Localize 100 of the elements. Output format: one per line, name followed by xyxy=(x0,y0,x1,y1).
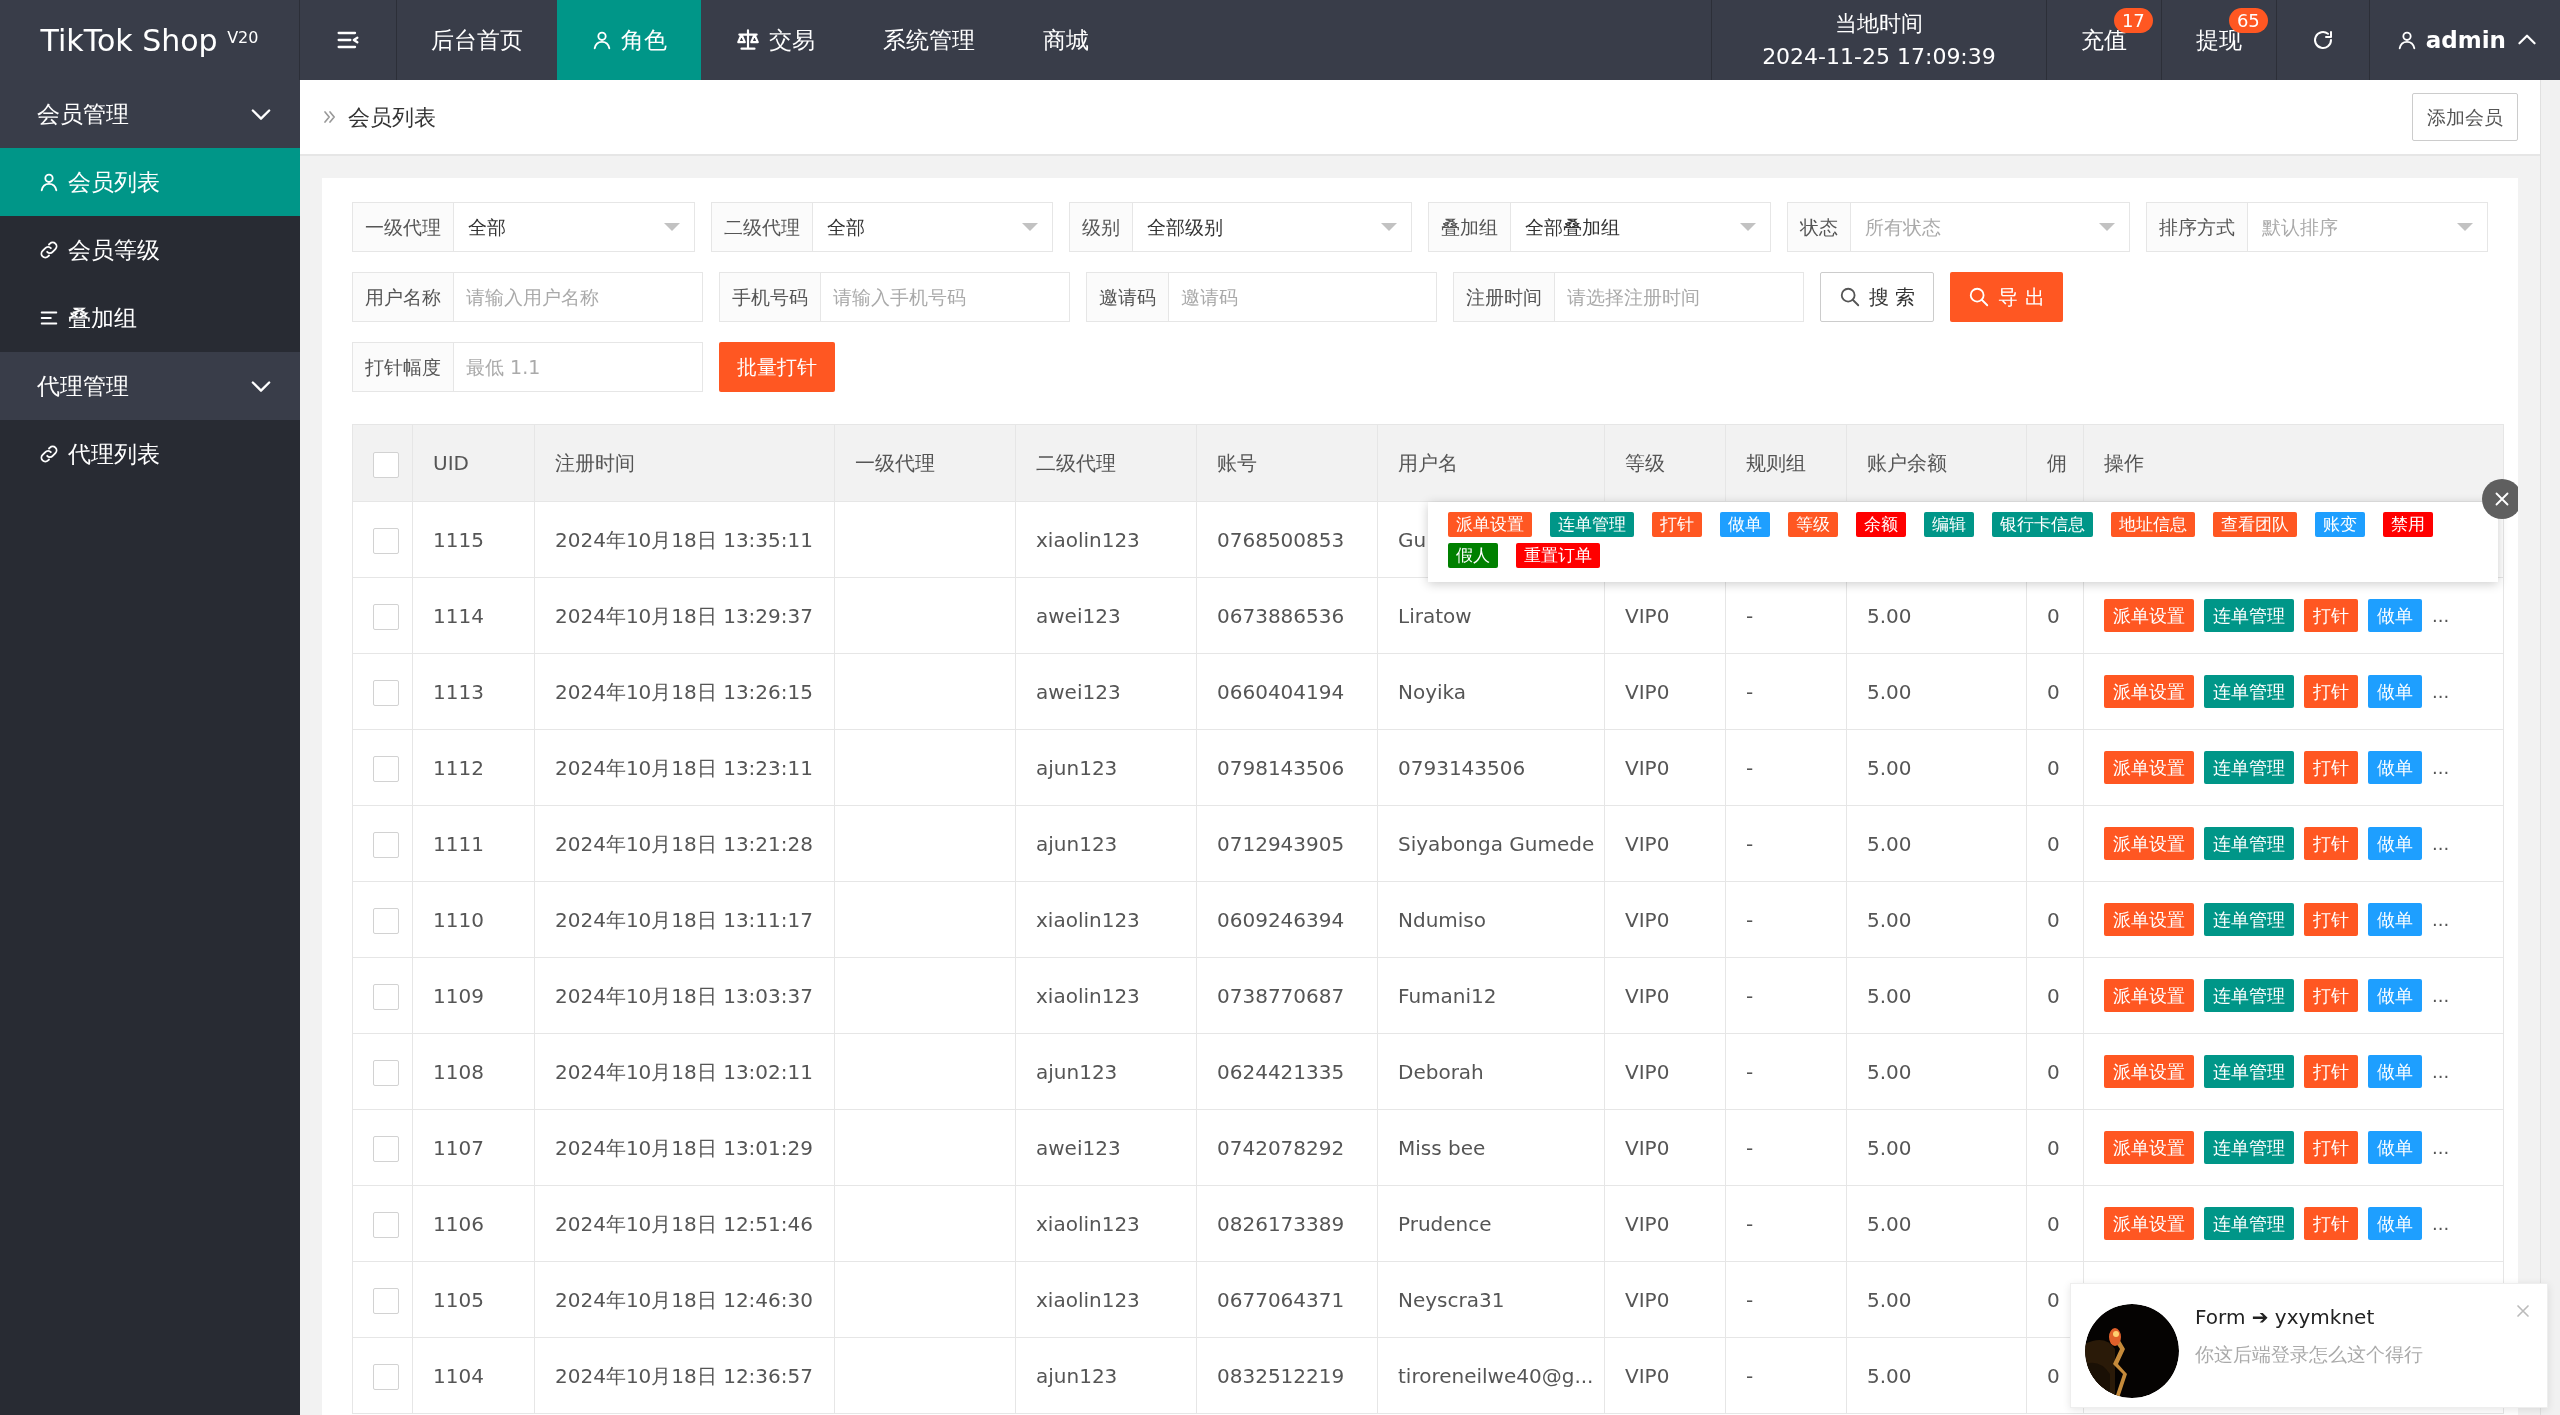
action-button[interactable]: 打针 xyxy=(1652,512,1702,537)
checkbox[interactable] xyxy=(373,680,399,706)
more-button[interactable]: ... xyxy=(2432,829,2450,857)
select-field[interactable]: 全部叠加组 xyxy=(1511,202,1771,252)
action-button[interactable]: 账变 xyxy=(2315,512,2365,537)
checkbox[interactable] xyxy=(373,1364,399,1390)
select-field[interactable]: 所有状态 xyxy=(1850,202,2130,252)
more-button[interactable]: ... xyxy=(2432,981,2450,1009)
select-field[interactable]: 全部 xyxy=(812,202,1054,252)
action-button[interactable]: 打针 xyxy=(2304,750,2358,785)
checkbox[interactable] xyxy=(373,756,399,782)
input-field[interactable]: 请输入用户名称 xyxy=(454,272,703,322)
action-button[interactable]: 等级 xyxy=(1788,512,1838,537)
action-button[interactable]: 连单管理 xyxy=(2204,1054,2294,1089)
action-button[interactable]: 派单设置 xyxy=(2104,826,2194,861)
action-button[interactable]: 余额 xyxy=(1856,512,1906,537)
action-button[interactable]: 做单 xyxy=(2368,902,2422,937)
sidebar-item[interactable]: 代理列表 xyxy=(0,420,300,488)
input-field[interactable]: 最低 1.1 xyxy=(454,342,703,392)
action-button[interactable]: 连单管理 xyxy=(2204,902,2294,937)
action-button[interactable]: 连单管理 xyxy=(2204,978,2294,1013)
action-button[interactable]: 派单设置 xyxy=(2104,1206,2194,1241)
action-button[interactable]: 连单管理 xyxy=(2204,1130,2294,1165)
action-button[interactable]: 打针 xyxy=(2304,1054,2358,1089)
more-button[interactable]: ... xyxy=(2432,677,2450,705)
nav-tab[interactable]: 后台首页 xyxy=(397,0,557,80)
action-button[interactable]: 派单设置 xyxy=(1448,512,1532,537)
user-menu[interactable]: admin xyxy=(2369,0,2560,80)
column-header: 等级 xyxy=(1625,451,1665,475)
action-button[interactable]: 派单设置 xyxy=(2104,1054,2194,1089)
action-button[interactable]: 派单设置 xyxy=(2104,750,2194,785)
add-member-button[interactable]: 添加会员 xyxy=(2412,92,2519,142)
action-button[interactable]: 重置订单 xyxy=(1516,542,1600,568)
more-button[interactable]: ... xyxy=(2432,905,2450,933)
action-button[interactable]: 做单 xyxy=(2368,978,2422,1013)
action-button[interactable]: 连单管理 xyxy=(2204,674,2294,709)
sidebar-group[interactable]: 代理管理 xyxy=(0,352,300,420)
action-button[interactable]: 派单设置 xyxy=(2104,1130,2194,1165)
sidebar-item[interactable]: 叠加组 xyxy=(0,284,300,352)
select-field[interactable]: 全部级别 xyxy=(1133,202,1413,252)
input-field[interactable]: 邀请码 xyxy=(1169,272,1437,322)
action-button[interactable]: 派单设置 xyxy=(2104,674,2194,709)
sidebar-group[interactable]: 会员管理 xyxy=(0,80,300,148)
action-button[interactable]: 做单 xyxy=(2368,1206,2422,1241)
input-field[interactable]: 请选择注册时间 xyxy=(1555,272,1804,322)
action-button[interactable]: 做单 xyxy=(2368,1130,2422,1165)
action-button[interactable]: 派单设置 xyxy=(2104,978,2194,1013)
more-button[interactable]: ... xyxy=(2432,601,2450,629)
nav-tab[interactable]: 商城 xyxy=(1009,0,1123,80)
checkbox[interactable] xyxy=(373,528,399,554)
input-field[interactable]: 请输入手机号码 xyxy=(821,272,1070,322)
more-button[interactable]: ... xyxy=(2432,1057,2450,1085)
action-button[interactable]: 做单 xyxy=(2368,674,2422,709)
action-button[interactable]: 做单 xyxy=(2368,598,2422,633)
action-button[interactable]: 打针 xyxy=(2304,826,2358,861)
action-button[interactable]: 打针 xyxy=(2304,674,2358,709)
action-button[interactable]: 派单设置 xyxy=(2104,902,2194,937)
action-button[interactable]: 打针 xyxy=(2304,1130,2358,1165)
checkbox[interactable] xyxy=(373,1060,399,1086)
action-button[interactable]: 假人 xyxy=(1448,542,1498,568)
nav-tab[interactable]: 角色 xyxy=(557,0,701,80)
batch-button[interactable]: 批量打针 xyxy=(719,342,835,392)
checkbox[interactable] xyxy=(373,908,399,934)
sidebar-item[interactable]: 会员等级 xyxy=(0,216,300,284)
action-button[interactable]: 查看团队 xyxy=(2213,512,2297,537)
more-button[interactable]: ... xyxy=(2432,1133,2450,1161)
action-button[interactable]: 银行卡信息 xyxy=(1992,512,2093,537)
checkbox[interactable] xyxy=(373,1288,399,1314)
action-button[interactable]: 打针 xyxy=(2304,1206,2358,1241)
nav-tab[interactable]: 系统管理 xyxy=(849,0,1009,80)
search-button[interactable]: 搜 索 xyxy=(1820,272,1935,322)
checkbox[interactable] xyxy=(373,1136,399,1162)
action-button[interactable]: 连单管理 xyxy=(2204,826,2294,861)
select-field[interactable]: 默认排序 xyxy=(2247,202,2489,252)
checkbox[interactable] xyxy=(373,1212,399,1238)
checkbox[interactable] xyxy=(373,832,399,858)
action-button[interactable]: 连单管理 xyxy=(2204,1206,2294,1241)
checkbox[interactable] xyxy=(373,604,399,630)
export-button[interactable]: 导 出 xyxy=(1950,272,2063,322)
action-button[interactable]: 派单设置 xyxy=(2104,598,2194,633)
more-button[interactable]: ... xyxy=(2432,1209,2450,1237)
action-button[interactable]: 连单管理 xyxy=(2204,750,2294,785)
action-button[interactable]: 地址信息 xyxy=(2111,512,2195,537)
action-button[interactable]: 打针 xyxy=(2304,598,2358,633)
action-button[interactable]: 打针 xyxy=(2304,978,2358,1013)
action-button[interactable]: 做单 xyxy=(2368,750,2422,785)
action-button[interactable]: 做单 xyxy=(2368,826,2422,861)
action-button[interactable]: 编辑 xyxy=(1924,512,1974,537)
select-field[interactable]: 全部 xyxy=(454,202,695,252)
more-button[interactable]: ... xyxy=(2432,753,2450,781)
sidebar-item[interactable]: 会员列表 xyxy=(0,148,300,216)
action-button[interactable]: 做单 xyxy=(2368,1054,2422,1089)
action-button[interactable]: 打针 xyxy=(2304,902,2358,937)
nav-tab[interactable]: 交易 xyxy=(701,0,849,80)
checkbox[interactable] xyxy=(373,451,399,478)
action-button[interactable]: 禁用 xyxy=(2383,512,2433,537)
action-button[interactable]: 连单管理 xyxy=(2204,598,2294,633)
checkbox[interactable] xyxy=(373,984,399,1010)
action-button[interactable]: 做单 xyxy=(1720,512,1770,537)
action-button[interactable]: 连单管理 xyxy=(1550,512,1634,537)
